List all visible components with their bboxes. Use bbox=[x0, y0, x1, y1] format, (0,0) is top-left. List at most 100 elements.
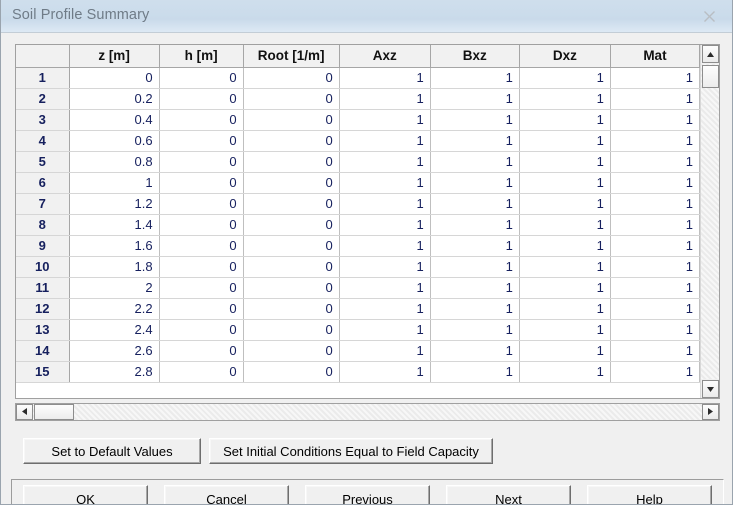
cell-bxz[interactable]: 1 bbox=[430, 88, 520, 110]
table-row[interactable]: 12 2.2 0 0 1 1 1 1 bbox=[16, 298, 701, 320]
column-header-root[interactable]: Root [1/m] bbox=[243, 45, 340, 68]
cell-root[interactable]: 0 bbox=[243, 172, 340, 194]
vertical-scroll-thumb[interactable] bbox=[702, 65, 719, 88]
cell-z[interactable]: 0.6 bbox=[69, 130, 160, 152]
cell-mat[interactable]: 1 bbox=[610, 340, 701, 362]
row-number-cell[interactable]: 11 bbox=[16, 277, 70, 299]
table-row[interactable]: 4 0.6 0 0 1 1 1 1 bbox=[16, 130, 701, 152]
cell-root[interactable]: 0 bbox=[243, 130, 340, 152]
cell-z[interactable]: 2 bbox=[69, 277, 160, 299]
table-row[interactable]: 3 0.4 0 0 1 1 1 1 bbox=[16, 109, 701, 131]
cell-dxz[interactable]: 1 bbox=[519, 361, 611, 383]
table-row[interactable]: 7 1.2 0 0 1 1 1 1 bbox=[16, 193, 701, 215]
cell-mat[interactable]: 1 bbox=[610, 151, 701, 173]
cell-mat[interactable]: 1 bbox=[610, 361, 701, 383]
cell-axz[interactable]: 1 bbox=[339, 340, 431, 362]
table-row[interactable]: 13 2.4 0 0 1 1 1 1 bbox=[16, 319, 701, 341]
horizontal-scroll-thumb[interactable] bbox=[34, 404, 74, 420]
column-header-h[interactable]: h [m] bbox=[159, 45, 244, 68]
cell-bxz[interactable]: 1 bbox=[430, 319, 520, 341]
column-header-axz[interactable]: Axz bbox=[339, 45, 431, 68]
scroll-up-button[interactable] bbox=[702, 45, 719, 63]
scroll-left-button[interactable] bbox=[16, 404, 33, 420]
column-header-dxz[interactable]: Dxz bbox=[519, 45, 611, 68]
cell-h[interactable]: 0 bbox=[159, 88, 244, 110]
cancel-button[interactable]: Cancel bbox=[164, 485, 289, 504]
row-number-cell[interactable]: 10 bbox=[16, 256, 70, 278]
column-header-bxz[interactable]: Bxz bbox=[430, 45, 520, 68]
cell-mat[interactable]: 1 bbox=[610, 172, 701, 194]
cell-h[interactable]: 0 bbox=[159, 256, 244, 278]
help-button[interactable]: Help bbox=[587, 485, 712, 504]
row-number-cell[interactable]: 1 bbox=[16, 67, 70, 89]
cell-root[interactable]: 0 bbox=[243, 340, 340, 362]
cell-h[interactable]: 0 bbox=[159, 319, 244, 341]
previous-button[interactable]: Previous bbox=[305, 485, 430, 504]
cell-z[interactable]: 2.8 bbox=[69, 361, 160, 383]
cell-bxz[interactable]: 1 bbox=[430, 298, 520, 320]
cell-dxz[interactable]: 1 bbox=[519, 151, 611, 173]
cell-h[interactable]: 0 bbox=[159, 130, 244, 152]
cell-mat[interactable]: 1 bbox=[610, 88, 701, 110]
cell-mat[interactable]: 1 bbox=[610, 235, 701, 257]
row-number-cell[interactable]: 6 bbox=[16, 172, 70, 194]
cell-h[interactable]: 0 bbox=[159, 151, 244, 173]
cell-h[interactable]: 0 bbox=[159, 214, 244, 236]
table-row[interactable]: 15 2.8 0 0 1 1 1 1 bbox=[16, 361, 701, 383]
row-number-cell[interactable]: 12 bbox=[16, 298, 70, 320]
table-row[interactable]: 5 0.8 0 0 1 1 1 1 bbox=[16, 151, 701, 173]
table-row[interactable]: 10001111 bbox=[16, 67, 701, 89]
cell-mat[interactable]: 1 bbox=[610, 214, 701, 236]
row-number-cell[interactable]: 9 bbox=[16, 235, 70, 257]
cell-dxz[interactable]: 1 bbox=[519, 235, 611, 257]
ok-button[interactable]: OK bbox=[23, 485, 148, 504]
row-number-cell[interactable]: 4 bbox=[16, 130, 70, 152]
cell-dxz[interactable]: 1 bbox=[519, 67, 611, 89]
cell-mat[interactable]: 1 bbox=[610, 193, 701, 215]
row-number-cell[interactable]: 7 bbox=[16, 193, 70, 215]
cell-z[interactable]: 0.2 bbox=[69, 88, 160, 110]
cell-h[interactable]: 0 bbox=[159, 361, 244, 383]
cell-mat[interactable]: 1 bbox=[610, 109, 701, 131]
cell-axz[interactable]: 1 bbox=[339, 67, 431, 89]
cell-bxz[interactable]: 1 bbox=[430, 109, 520, 131]
cell-mat[interactable]: 1 bbox=[610, 256, 701, 278]
cell-root[interactable]: 0 bbox=[243, 277, 340, 299]
cell-axz[interactable]: 1 bbox=[339, 109, 431, 131]
cell-bxz[interactable]: 1 bbox=[430, 235, 520, 257]
cell-z[interactable]: 0 bbox=[69, 67, 160, 89]
column-header-rownum[interactable] bbox=[16, 45, 70, 68]
cell-dxz[interactable]: 1 bbox=[519, 88, 611, 110]
cell-mat[interactable]: 1 bbox=[610, 298, 701, 320]
cell-dxz[interactable]: 1 bbox=[519, 319, 611, 341]
cell-z[interactable]: 1.4 bbox=[69, 214, 160, 236]
cell-bxz[interactable]: 1 bbox=[430, 214, 520, 236]
cell-z[interactable]: 2.6 bbox=[69, 340, 160, 362]
cell-root[interactable]: 0 bbox=[243, 256, 340, 278]
cell-dxz[interactable]: 1 bbox=[519, 277, 611, 299]
cell-root[interactable]: 0 bbox=[243, 151, 340, 173]
cell-z[interactable]: 1.6 bbox=[69, 235, 160, 257]
column-header-mat[interactable]: Mat bbox=[610, 45, 701, 68]
cell-bxz[interactable]: 1 bbox=[430, 193, 520, 215]
next-button[interactable]: Next bbox=[446, 485, 571, 504]
cell-root[interactable]: 0 bbox=[243, 319, 340, 341]
cell-axz[interactable]: 1 bbox=[339, 235, 431, 257]
cell-root[interactable]: 0 bbox=[243, 235, 340, 257]
cell-h[interactable]: 0 bbox=[159, 340, 244, 362]
cell-dxz[interactable]: 1 bbox=[519, 256, 611, 278]
cell-h[interactable]: 0 bbox=[159, 67, 244, 89]
cell-root[interactable]: 0 bbox=[243, 88, 340, 110]
cell-root[interactable]: 0 bbox=[243, 298, 340, 320]
scroll-down-button[interactable] bbox=[702, 380, 719, 398]
cell-bxz[interactable]: 1 bbox=[430, 256, 520, 278]
cell-bxz[interactable]: 1 bbox=[430, 277, 520, 299]
cell-dxz[interactable]: 1 bbox=[519, 340, 611, 362]
cell-bxz[interactable]: 1 bbox=[430, 130, 520, 152]
cell-root[interactable]: 0 bbox=[243, 361, 340, 383]
cell-axz[interactable]: 1 bbox=[339, 361, 431, 383]
row-number-cell[interactable]: 8 bbox=[16, 214, 70, 236]
row-number-cell[interactable]: 2 bbox=[16, 88, 70, 110]
cell-h[interactable]: 0 bbox=[159, 172, 244, 194]
cell-z[interactable]: 0.8 bbox=[69, 151, 160, 173]
